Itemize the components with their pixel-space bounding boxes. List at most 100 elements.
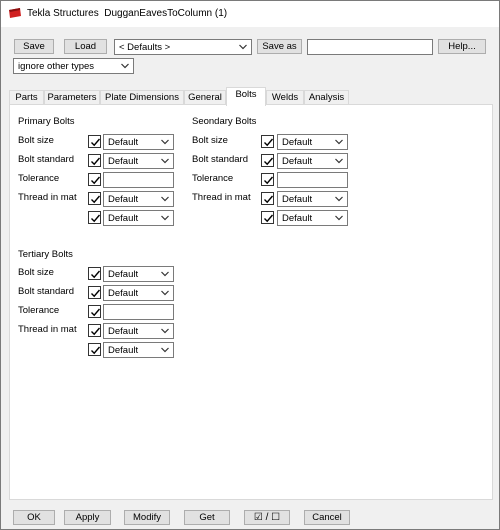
save-as-button[interactable]: Save as: [257, 39, 302, 54]
chevron-down-icon: [161, 215, 169, 221]
tertiary-tolerance-label: Tolerance: [18, 305, 60, 316]
secondary-bolt-size-label: Bolt size: [192, 135, 228, 146]
secondary-tolerance-checkbox[interactable]: [261, 173, 274, 186]
tertiary-thread-in-mat-checkbox-2[interactable]: [88, 343, 101, 356]
chevron-down-icon: [161, 328, 169, 334]
checkmark-icon: [91, 346, 101, 355]
primary-thread-in-mat-label: Thread in mat: [18, 192, 77, 203]
tab-welds[interactable]: Welds: [266, 90, 304, 105]
tertiary-thread-in-mat-dropdown-1[interactable]: Default: [103, 323, 174, 339]
secondary-bolts-title: Seondary Bolts: [192, 116, 257, 127]
dialog-window: Tekla Structures DugganEavesToColumn (1)…: [0, 0, 500, 530]
secondary-bolt-size-checkbox[interactable]: [261, 135, 274, 148]
checkmark-icon: [264, 214, 274, 223]
checkmark-icon: [264, 157, 274, 166]
tab-plate-dimensions[interactable]: Plate Dimensions: [100, 90, 184, 105]
preset-value: < Defaults >: [119, 42, 171, 53]
tab-analysis[interactable]: Analysis: [304, 90, 349, 105]
tertiary-thread-in-mat-label: Thread in mat: [18, 324, 77, 335]
checkmark-icon: [264, 195, 274, 204]
window-title: Tekla Structures DugganEavesToColumn (1): [27, 8, 228, 19]
primary-thread-in-mat-dropdown-2[interactable]: Default: [103, 210, 174, 226]
load-button[interactable]: Load: [64, 39, 107, 54]
chevron-down-icon: [121, 63, 129, 69]
checkmark-icon: [91, 289, 101, 298]
chevron-down-icon: [161, 290, 169, 296]
chevron-down-icon: [161, 196, 169, 202]
toggle-all-checkboxes-button[interactable]: ☑ / ☐: [244, 510, 290, 525]
primary-bolt-standard-checkbox[interactable]: [88, 154, 101, 167]
primary-bolt-standard-label: Bolt standard: [18, 154, 74, 165]
save-button[interactable]: Save: [14, 39, 54, 54]
secondary-bolt-size-dropdown[interactable]: Default: [277, 134, 348, 150]
chevron-down-icon: [335, 215, 343, 221]
cancel-button[interactable]: Cancel: [304, 510, 350, 525]
tab-parts[interactable]: Parts: [9, 90, 44, 105]
modify-button[interactable]: Modify: [124, 510, 170, 525]
tab-parameters[interactable]: Parameters: [44, 90, 100, 105]
primary-bolt-size-checkbox[interactable]: [88, 135, 101, 148]
get-button[interactable]: Get: [184, 510, 230, 525]
tertiary-thread-in-mat-checkbox-1[interactable]: [88, 324, 101, 337]
secondary-thread-in-mat-label: Thread in mat: [192, 192, 251, 203]
secondary-tolerance-input[interactable]: [277, 172, 348, 188]
filter-value: ignore other types: [18, 61, 95, 72]
checkmark-icon: [91, 138, 101, 147]
secondary-thread-in-mat-checkbox-1[interactable]: [261, 192, 274, 205]
checkmark-icon: [91, 308, 101, 317]
tertiary-bolt-size-dropdown[interactable]: Default: [103, 266, 174, 282]
checkmark-icon: [91, 195, 101, 204]
tertiary-bolt-standard-checkbox[interactable]: [88, 286, 101, 299]
secondary-tolerance-label: Tolerance: [192, 173, 234, 184]
tekla-app-icon: [8, 7, 22, 19]
chevron-down-icon: [161, 271, 169, 277]
primary-tolerance-label: Tolerance: [18, 173, 60, 184]
secondary-bolt-standard-label: Bolt standard: [192, 154, 248, 165]
secondary-thread-in-mat-dropdown-1[interactable]: Default: [277, 191, 348, 207]
title-bar: Tekla Structures DugganEavesToColumn (1): [1, 1, 499, 27]
save-as-name-input[interactable]: [307, 39, 433, 55]
checkmark-icon: [264, 138, 274, 147]
tertiary-tolerance-input[interactable]: [103, 304, 174, 320]
chevron-down-icon: [161, 158, 169, 164]
bolts-panel: [9, 104, 493, 500]
primary-bolt-size-label: Bolt size: [18, 135, 54, 146]
tab-general[interactable]: General: [184, 90, 226, 105]
help-button[interactable]: Help...: [438, 39, 486, 54]
checkmark-icon: [91, 270, 101, 279]
primary-thread-in-mat-checkbox-2[interactable]: [88, 211, 101, 224]
checkmark-icon: [91, 157, 101, 166]
primary-bolt-size-dropdown[interactable]: Default: [103, 134, 174, 150]
checkmark-icon: [264, 176, 274, 185]
tab-bolts[interactable]: Bolts: [226, 87, 266, 106]
chevron-down-icon: [335, 139, 343, 145]
checkmark-icon: [91, 214, 101, 223]
chevron-down-icon: [161, 347, 169, 353]
primary-bolt-standard-dropdown[interactable]: Default: [103, 153, 174, 169]
tertiary-bolt-standard-dropdown[interactable]: Default: [103, 285, 174, 301]
primary-tolerance-checkbox[interactable]: [88, 173, 101, 186]
preset-dropdown[interactable]: < Defaults >: [114, 39, 252, 55]
tertiary-bolt-standard-label: Bolt standard: [18, 286, 74, 297]
primary-bolts-title: Primary Bolts: [18, 116, 75, 127]
apply-button[interactable]: Apply: [64, 510, 111, 525]
secondary-bolt-standard-checkbox[interactable]: [261, 154, 274, 167]
primary-tolerance-input[interactable]: [103, 172, 174, 188]
secondary-thread-in-mat-dropdown-2[interactable]: Default: [277, 210, 348, 226]
chevron-down-icon: [335, 196, 343, 202]
tertiary-bolt-size-label: Bolt size: [18, 267, 54, 278]
checkmark-icon: [91, 327, 101, 336]
tertiary-bolt-size-checkbox[interactable]: [88, 267, 101, 280]
primary-thread-in-mat-dropdown-1[interactable]: Default: [103, 191, 174, 207]
ok-button[interactable]: OK: [13, 510, 55, 525]
chevron-down-icon: [239, 44, 247, 50]
secondary-bolt-standard-dropdown[interactable]: Default: [277, 153, 348, 169]
primary-thread-in-mat-checkbox-1[interactable]: [88, 192, 101, 205]
checkmark-icon: [91, 176, 101, 185]
tertiary-tolerance-checkbox[interactable]: [88, 305, 101, 318]
secondary-thread-in-mat-checkbox-2[interactable]: [261, 211, 274, 224]
tertiary-bolts-title: Tertiary Bolts: [18, 249, 73, 260]
filter-dropdown[interactable]: ignore other types: [13, 58, 134, 74]
chevron-down-icon: [335, 158, 343, 164]
tertiary-thread-in-mat-dropdown-2[interactable]: Default: [103, 342, 174, 358]
